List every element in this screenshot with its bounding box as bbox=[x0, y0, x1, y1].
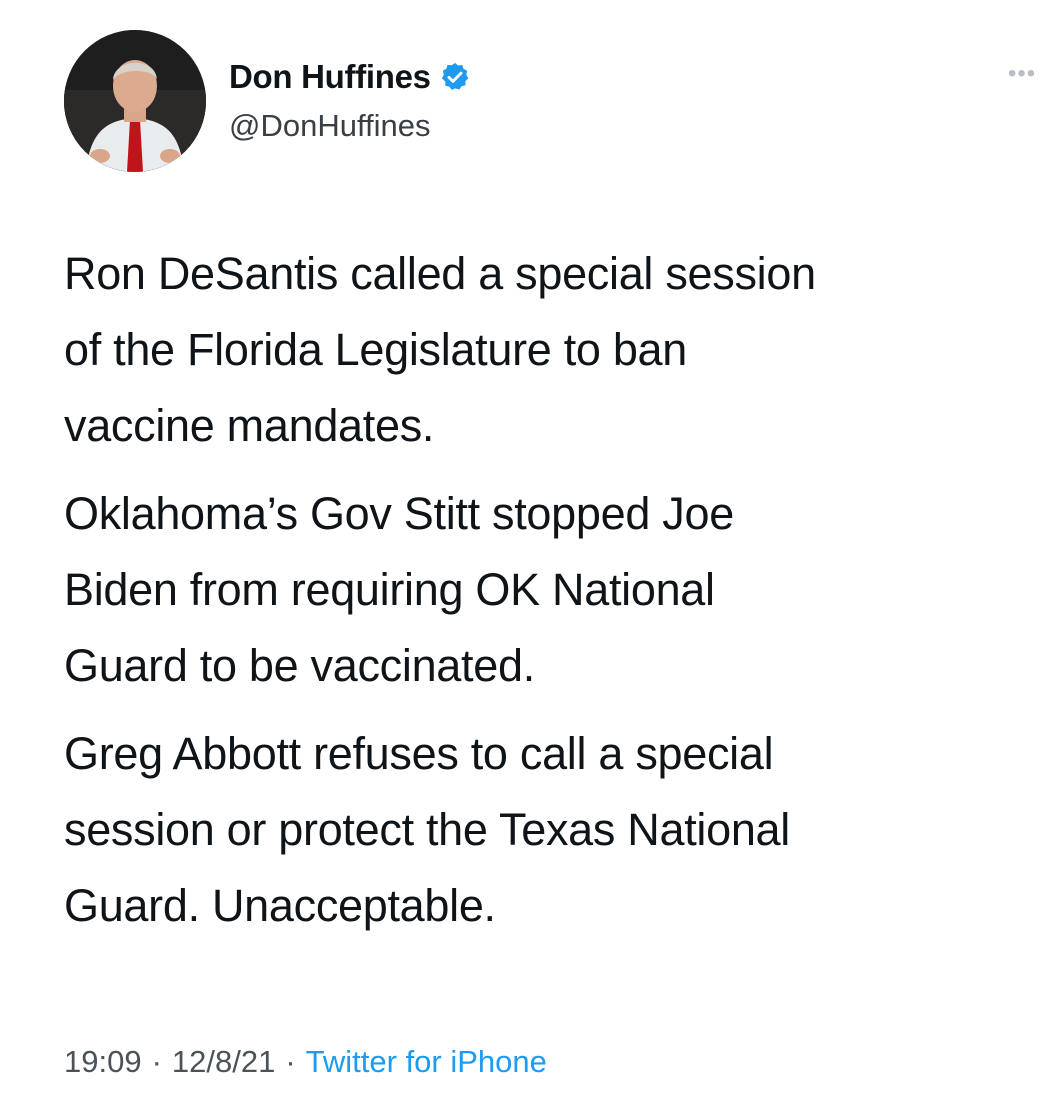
tweet-paragraph: Oklahoma’s Gov Stitt stopped Joe Biden f… bbox=[64, 488, 734, 691]
tweet-source-link[interactable]: Twitter for iPhone bbox=[306, 1044, 547, 1080]
display-name[interactable]: Don Huffines bbox=[229, 58, 431, 96]
tweet-paragraph: Greg Abbott refuses to call a special se… bbox=[64, 728, 790, 931]
avatar[interactable] bbox=[64, 30, 206, 172]
tweet-time[interactable]: 19:09 bbox=[64, 1044, 142, 1080]
verified-badge-icon bbox=[439, 61, 471, 93]
meta-separator: · bbox=[151, 1044, 162, 1079]
tweet-date[interactable]: 12/8/21 bbox=[172, 1044, 275, 1080]
author-handle[interactable]: @DonHuffines bbox=[229, 108, 431, 144]
tweet-card: Don Huffines @DonHuffines ••• Ron DeSant… bbox=[0, 0, 1063, 1094]
tweet-body: Ron DeSantis called a special session of… bbox=[64, 236, 1054, 956]
avatar-photo bbox=[64, 30, 206, 172]
tweet-paragraph: Ron DeSantis called a special session of… bbox=[64, 248, 816, 451]
author-name-row[interactable]: Don Huffines bbox=[229, 58, 471, 96]
tweet-meta: 19:09 · 12/8/21 · Twitter for iPhone bbox=[64, 1044, 547, 1080]
ellipsis-icon[interactable]: ••• bbox=[1008, 60, 1036, 88]
meta-separator: · bbox=[285, 1044, 296, 1079]
